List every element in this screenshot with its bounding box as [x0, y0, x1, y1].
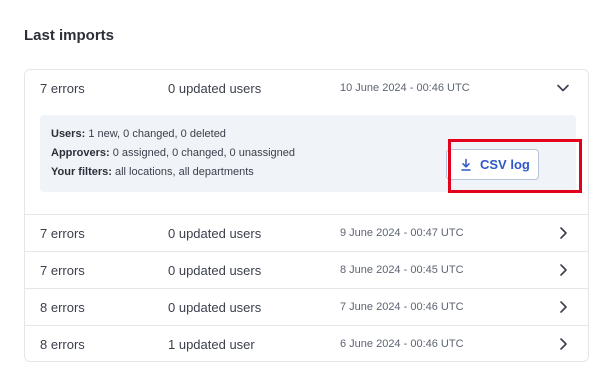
import-row-expanded[interactable]: 7 errors 0 updated users 10 June 2024 - …	[25, 70, 588, 107]
import-updated-users: 0 updated users	[168, 226, 262, 241]
chevron-down-icon[interactable]	[556, 81, 570, 95]
chevron-right-icon[interactable]	[556, 337, 570, 351]
import-updated-users: 0 updated users	[168, 81, 262, 96]
details-approvers-label: Approvers:	[51, 147, 110, 159]
section-title: Last imports	[24, 27, 115, 44]
highlight-box	[448, 139, 582, 193]
import-timestamp: 9 June 2024 - 00:47 UTC	[340, 227, 464, 239]
import-timestamp: 10 June 2024 - 00:46 UTC	[340, 82, 470, 94]
details-users-value: 1 new, 0 changed, 0 deleted	[88, 128, 226, 140]
import-updated-users: 1 updated user	[168, 337, 255, 352]
import-errors: 8 errors	[40, 337, 85, 352]
details-approvers-value: 0 assigned, 0 changed, 0 unassigned	[112, 147, 296, 159]
import-errors: 7 errors	[40, 226, 85, 241]
import-errors: 7 errors	[40, 263, 85, 278]
import-timestamp: 7 June 2024 - 00:46 UTC	[340, 301, 464, 313]
details-users-label: Users:	[51, 128, 86, 140]
import-row[interactable]: 8 errors 0 updated users 7 June 2024 - 0…	[25, 289, 588, 326]
details-approvers: Approvers: 0 assigned, 0 changed, 0 unas…	[51, 147, 295, 159]
imports-list: 7 errors 0 updated users 10 June 2024 - …	[24, 69, 589, 362]
chevron-right-icon[interactable]	[556, 300, 570, 314]
import-updated-users: 0 updated users	[168, 263, 262, 278]
import-timestamp: 8 June 2024 - 00:45 UTC	[340, 264, 464, 276]
import-row[interactable]: 8 errors 1 updated user 6 June 2024 - 00…	[25, 326, 588, 361]
import-errors: 7 errors	[40, 81, 85, 96]
details-filters: Your filters: all locations, all departm…	[51, 166, 254, 178]
import-row[interactable]: 7 errors 0 updated users 9 June 2024 - 0…	[25, 215, 588, 252]
chevron-right-icon[interactable]	[556, 263, 570, 277]
import-updated-users: 0 updated users	[168, 300, 262, 315]
details-filters-value: all locations, all departments	[114, 166, 254, 178]
import-row[interactable]: 7 errors 0 updated users 8 June 2024 - 0…	[25, 252, 588, 289]
import-timestamp: 6 June 2024 - 00:46 UTC	[340, 338, 464, 350]
import-errors: 8 errors	[40, 300, 85, 315]
chevron-right-icon[interactable]	[556, 226, 570, 240]
details-filters-label: Your filters:	[51, 166, 112, 178]
details-users: Users: 1 new, 0 changed, 0 deleted	[51, 128, 226, 140]
